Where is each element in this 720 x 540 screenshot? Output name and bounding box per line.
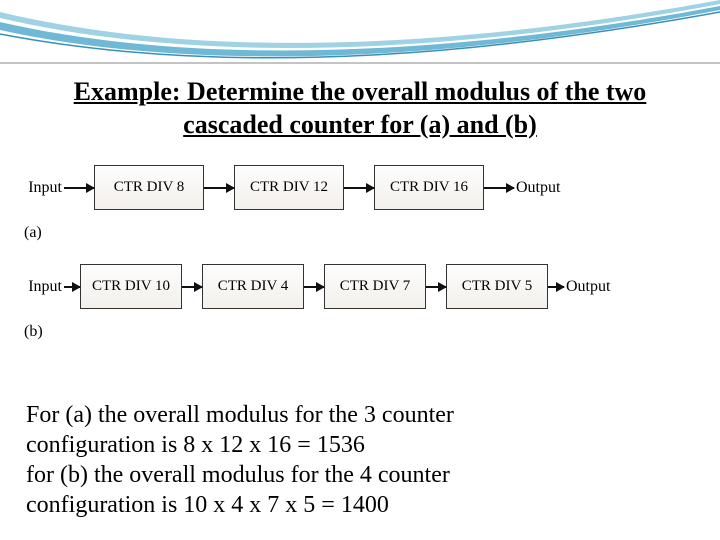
cascade-row-a: Input CTR DIV 8 CTR DIV 12 CTR DIV 16 Ou… — [22, 165, 698, 210]
slide: Example: Determine the overall modulus o… — [0, 0, 720, 540]
arrow-icon — [304, 286, 324, 288]
part-label-b: (b) — [24, 323, 698, 341]
input-label: Input — [22, 179, 62, 197]
diagram-area: Input CTR DIV 8 CTR DIV 12 CTR DIV 16 Ou… — [22, 165, 698, 363]
input-label: Input — [22, 278, 62, 296]
part-label-a: (a) — [24, 224, 698, 242]
counter-box: CTR DIV 16 — [374, 165, 484, 210]
output-label: Output — [516, 179, 560, 197]
counter-box: CTR DIV 12 — [234, 165, 344, 210]
arrow-icon — [548, 286, 564, 288]
arrow-icon — [64, 187, 94, 189]
answer-text: For (a) the overall modulus for the 3 co… — [26, 400, 686, 520]
title-line-2: cascaded counter for (a) and (b) — [183, 110, 537, 139]
slide-title: Example: Determine the overall modulus o… — [0, 76, 720, 141]
arrow-icon — [182, 286, 202, 288]
counter-box: CTR DIV 8 — [94, 165, 204, 210]
arrow-icon — [204, 187, 234, 189]
decorative-swoosh — [0, 0, 720, 70]
answer-line: configuration is 8 x 12 x 16 = 1536 — [26, 432, 365, 458]
answer-line: For (a) the overall modulus for the 3 co… — [26, 402, 454, 428]
arrow-icon — [484, 187, 514, 189]
arrow-icon — [344, 187, 374, 189]
output-label: Output — [566, 278, 610, 296]
arrow-icon — [64, 286, 80, 288]
answer-line: for (b) the overall modulus for the 4 co… — [26, 462, 450, 488]
title-line-1: Example: Determine the overall modulus o… — [74, 77, 647, 106]
counter-box: CTR DIV 10 — [80, 264, 182, 309]
counter-box: CTR DIV 4 — [202, 264, 304, 309]
counter-box: CTR DIV 7 — [324, 264, 426, 309]
counter-box: CTR DIV 5 — [446, 264, 548, 309]
arrow-icon — [426, 286, 446, 288]
answer-line: configuration is 10 x 4 x 7 x 5 = 1400 — [26, 492, 389, 518]
cascade-row-b: Input CTR DIV 10 CTR DIV 4 CTR DIV 7 CTR… — [22, 264, 698, 309]
